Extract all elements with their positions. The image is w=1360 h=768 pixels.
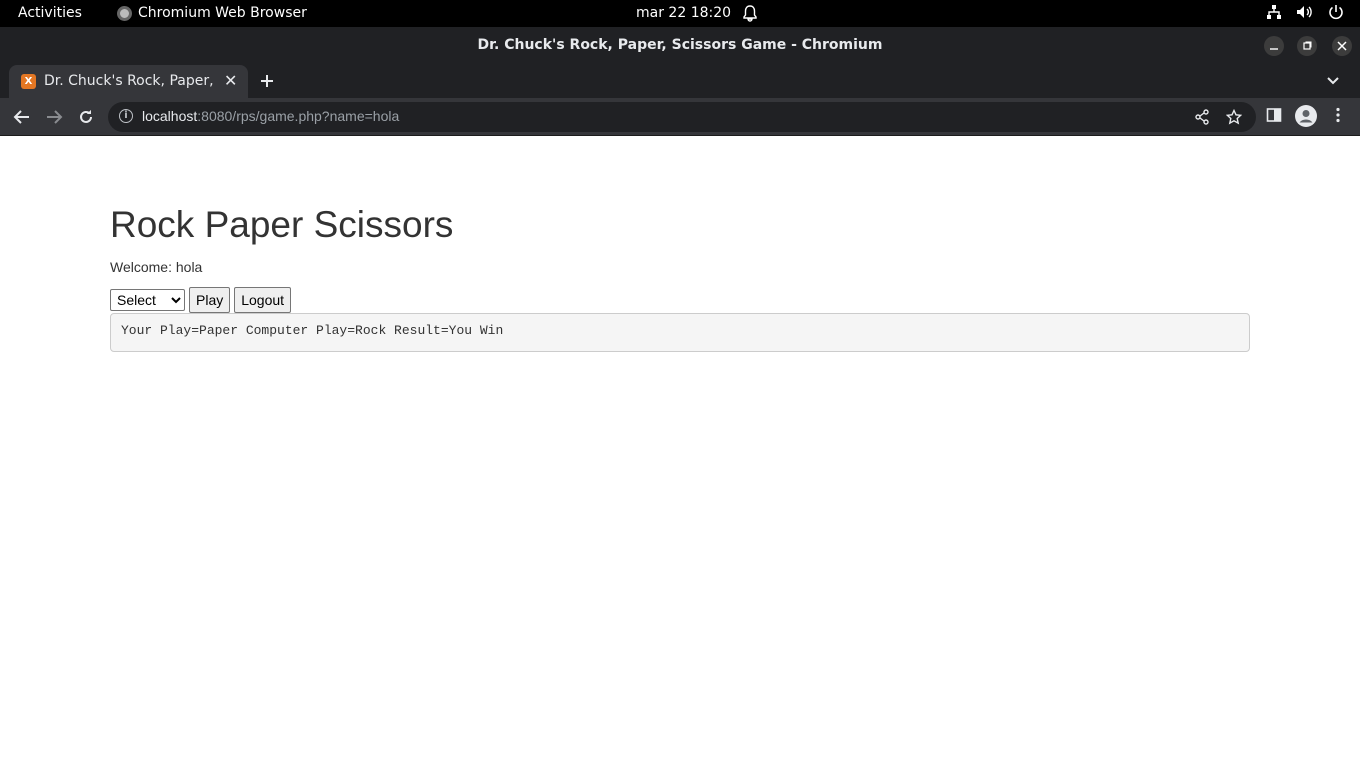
url-text[interactable]: localhost:8080/rps/game.php?name=hola	[142, 108, 399, 124]
profile-avatar-icon[interactable]	[1295, 105, 1317, 131]
restore-icon	[1303, 41, 1312, 50]
forward-arrow-icon[interactable]	[44, 107, 64, 127]
clock[interactable]: mar 22 18:20	[636, 5, 731, 21]
notification-bell-icon[interactable]	[742, 5, 758, 22]
menu-kebab-icon[interactable]	[1333, 107, 1343, 127]
minimize-icon	[1270, 48, 1278, 50]
network-icon	[1266, 4, 1282, 20]
tab-title: Dr. Chuck's Rock, Paper, Scissors Game -…	[44, 73, 216, 89]
minimize-button[interactable]	[1264, 36, 1284, 56]
system-status-area[interactable]	[1266, 4, 1344, 20]
welcome-text: Welcome: hola	[110, 259, 203, 275]
xampp-favicon-icon: X	[21, 74, 36, 89]
result-output: Your Play=Paper Computer Play=Rock Resul…	[110, 313, 1250, 352]
play-button[interactable]: Play	[189, 287, 231, 313]
app-name: Chromium Web Browser	[138, 5, 307, 21]
share-icon[interactable]	[1194, 109, 1210, 129]
play-form: Select Play Logout	[110, 287, 292, 313]
tab-close-icon[interactable]: ✕	[224, 71, 237, 90]
power-icon	[1328, 4, 1344, 20]
activities-button[interactable]: Activities	[18, 5, 82, 21]
back-arrow-icon[interactable]	[12, 107, 32, 127]
side-panel-icon[interactable]	[1266, 107, 1282, 127]
browser-toolbar: i localhost:8080/rps/game.php?name=hola	[0, 98, 1360, 136]
bookmark-star-icon[interactable]	[1225, 108, 1243, 129]
volume-icon	[1296, 4, 1314, 20]
maximize-button[interactable]	[1297, 36, 1317, 56]
window-title: Dr. Chuck's Rock, Paper, Scissors Game -…	[477, 37, 883, 53]
tab-search-chevron-down-icon[interactable]	[1326, 72, 1340, 91]
play-select[interactable]: Select	[110, 289, 185, 311]
web-page-content: Rock Paper Scissors Welcome: hola Select…	[0, 137, 1360, 768]
app-menu[interactable]: Chromium Web Browser	[117, 5, 307, 21]
window-title-bar: Dr. Chuck's Rock, Paper, Scissors Game -…	[0, 27, 1360, 64]
close-window-button[interactable]	[1332, 36, 1352, 56]
system-top-bar: Activities Chromium Web Browser mar 22 1…	[0, 0, 1360, 27]
tab-strip: X Dr. Chuck's Rock, Paper, Scissors Game…	[0, 64, 1360, 98]
url-host: localhost	[142, 108, 198, 124]
site-info-icon[interactable]: i	[119, 109, 133, 123]
chromium-icon	[117, 5, 132, 21]
address-bar[interactable]: i localhost:8080/rps/game.php?name=hola	[108, 102, 1256, 132]
logout-button[interactable]: Logout	[234, 287, 292, 313]
tab-rps-game[interactable]: X Dr. Chuck's Rock, Paper, Scissors Game…	[9, 65, 248, 98]
page-title: Rock Paper Scissors	[110, 204, 454, 245]
close-icon	[1337, 41, 1347, 51]
url-path: :8080/rps/game.php?name=hola	[197, 108, 400, 124]
new-tab-icon[interactable]	[260, 69, 274, 93]
reload-icon[interactable]	[76, 107, 96, 127]
